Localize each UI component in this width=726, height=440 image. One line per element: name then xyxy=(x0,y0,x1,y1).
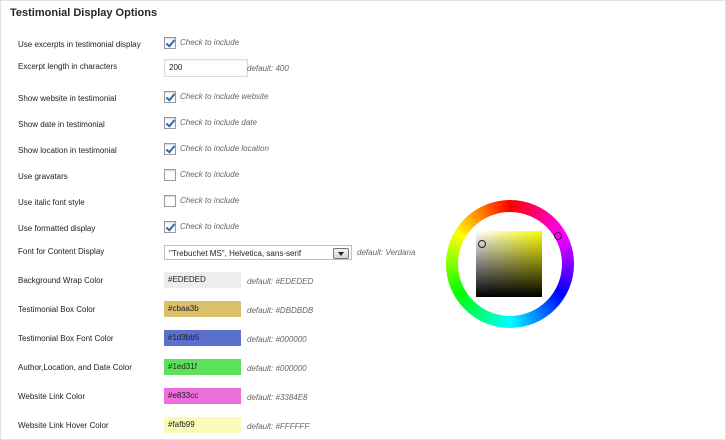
checkbox-use-gravatars[interactable] xyxy=(164,169,176,181)
link-color-input[interactable]: #e833cc xyxy=(164,388,241,404)
hint-italic-font: Check to include xyxy=(180,196,240,205)
background-wrap-color-input[interactable]: #EDEDED xyxy=(164,272,241,288)
hint-box-color: default: #DBDBDB xyxy=(247,306,314,315)
label-author-color: Author,Location, and Date Color xyxy=(18,363,132,372)
checkbox-formatted-display[interactable] xyxy=(164,221,176,233)
hint-show-date: Check to include date xyxy=(180,118,257,127)
row-box-font-color: Testimonial Box Font Color #1d3bb5 defau… xyxy=(0,330,460,352)
label-link-hover-color: Website Link Hover Color xyxy=(18,421,109,430)
hue-marker-handle[interactable] xyxy=(554,232,562,240)
label-use-gravatars: Use gravatars xyxy=(18,172,68,181)
hint-formatted-display: Check to include xyxy=(180,222,240,231)
hint-link-hover-color: default: #FFFFFF xyxy=(247,422,310,431)
excerpt-length-input[interactable]: 200 xyxy=(164,59,248,77)
label-show-date: Show date in testimonial xyxy=(18,120,105,129)
color-picker[interactable] xyxy=(446,200,574,328)
checkbox-show-location[interactable] xyxy=(164,143,176,155)
hint-link-color: default: #3384E8 xyxy=(247,393,308,402)
label-box-font-color: Testimonial Box Font Color xyxy=(18,334,114,343)
hint-excerpt-length: default: 400 xyxy=(247,64,289,73)
hint-box-font-color: default: #000000 xyxy=(247,335,307,344)
hint-show-location: Check to include location xyxy=(180,144,269,153)
checkbox-italic-font[interactable] xyxy=(164,195,176,207)
row-content-font: Font for Content Display "Trebuchet MS",… xyxy=(0,245,460,267)
checkbox-use-excerpts[interactable] xyxy=(164,37,176,49)
row-author-color: Author,Location, and Date Color #1ed31f … xyxy=(0,359,460,381)
row-link-hover-color: Website Link Hover Color #fafb99 default… xyxy=(0,417,460,439)
label-excerpt-length: Excerpt length in characters xyxy=(18,62,118,71)
row-box-color: Testimonial Box Color #cbaa3b default: #… xyxy=(0,301,460,323)
saturation-value-square[interactable] xyxy=(476,231,542,297)
font-select-value: "Trebuchet MS", Helvetica, sans-serif xyxy=(169,249,302,258)
box-color-input[interactable]: #cbaa3b xyxy=(164,301,241,317)
label-content-font: Font for Content Display xyxy=(18,247,105,256)
row-excerpt-length: Excerpt length in characters 200 default… xyxy=(0,59,460,81)
label-link-color: Website Link Color xyxy=(18,392,85,401)
label-italic-font: Use italic font style xyxy=(18,198,85,207)
hint-use-excerpts: Check to include xyxy=(180,38,240,47)
row-show-location: Show location in testimonial Check to in… xyxy=(0,140,460,162)
sv-marker-handle[interactable] xyxy=(478,240,486,248)
label-box-color: Testimonial Box Color xyxy=(18,305,96,314)
hint-use-gravatars: Check to include xyxy=(180,170,240,179)
checkbox-show-website[interactable] xyxy=(164,91,176,103)
hint-show-website: Check to include website xyxy=(180,92,269,101)
row-use-gravatars: Use gravatars Check to include xyxy=(0,166,460,188)
link-hover-color-input[interactable]: #fafb99 xyxy=(164,417,241,433)
row-italic-font: Use italic font style Check to include xyxy=(0,192,460,214)
hint-content-font: default: Verdana xyxy=(357,248,416,257)
row-show-date: Show date in testimonial Check to includ… xyxy=(0,114,460,136)
section-title: Testimonial Display Options xyxy=(10,7,158,19)
row-link-color: Website Link Color #e833cc default: #338… xyxy=(0,388,460,410)
label-formatted-display: Use formatted display xyxy=(18,224,96,233)
label-show-website: Show website in testimonial xyxy=(18,94,117,103)
box-font-color-input[interactable]: #1d3bb5 xyxy=(164,330,241,346)
hint-background-wrap-color: default: #EDEDED xyxy=(247,277,314,286)
label-show-location: Show location in testimonial xyxy=(18,146,117,155)
row-background-wrap-color: Background Wrap Color #EDEDED default: #… xyxy=(0,272,460,294)
chevron-down-icon[interactable] xyxy=(333,248,349,259)
author-color-input[interactable]: #1ed31f xyxy=(164,359,241,375)
row-show-website: Show website in testimonial Check to inc… xyxy=(0,88,460,110)
checkbox-show-date[interactable] xyxy=(164,117,176,129)
label-use-excerpts: Use excerpts in testimonial display xyxy=(18,40,141,49)
hint-author-color: default: #000000 xyxy=(247,364,307,373)
row-use-excerpts: Use excerpts in testimonial display Chec… xyxy=(0,34,460,56)
font-select[interactable]: "Trebuchet MS", Helvetica, sans-serif xyxy=(164,245,352,260)
label-background-wrap-color: Background Wrap Color xyxy=(18,276,104,285)
row-formatted-display: Use formatted display Check to include xyxy=(0,218,460,240)
